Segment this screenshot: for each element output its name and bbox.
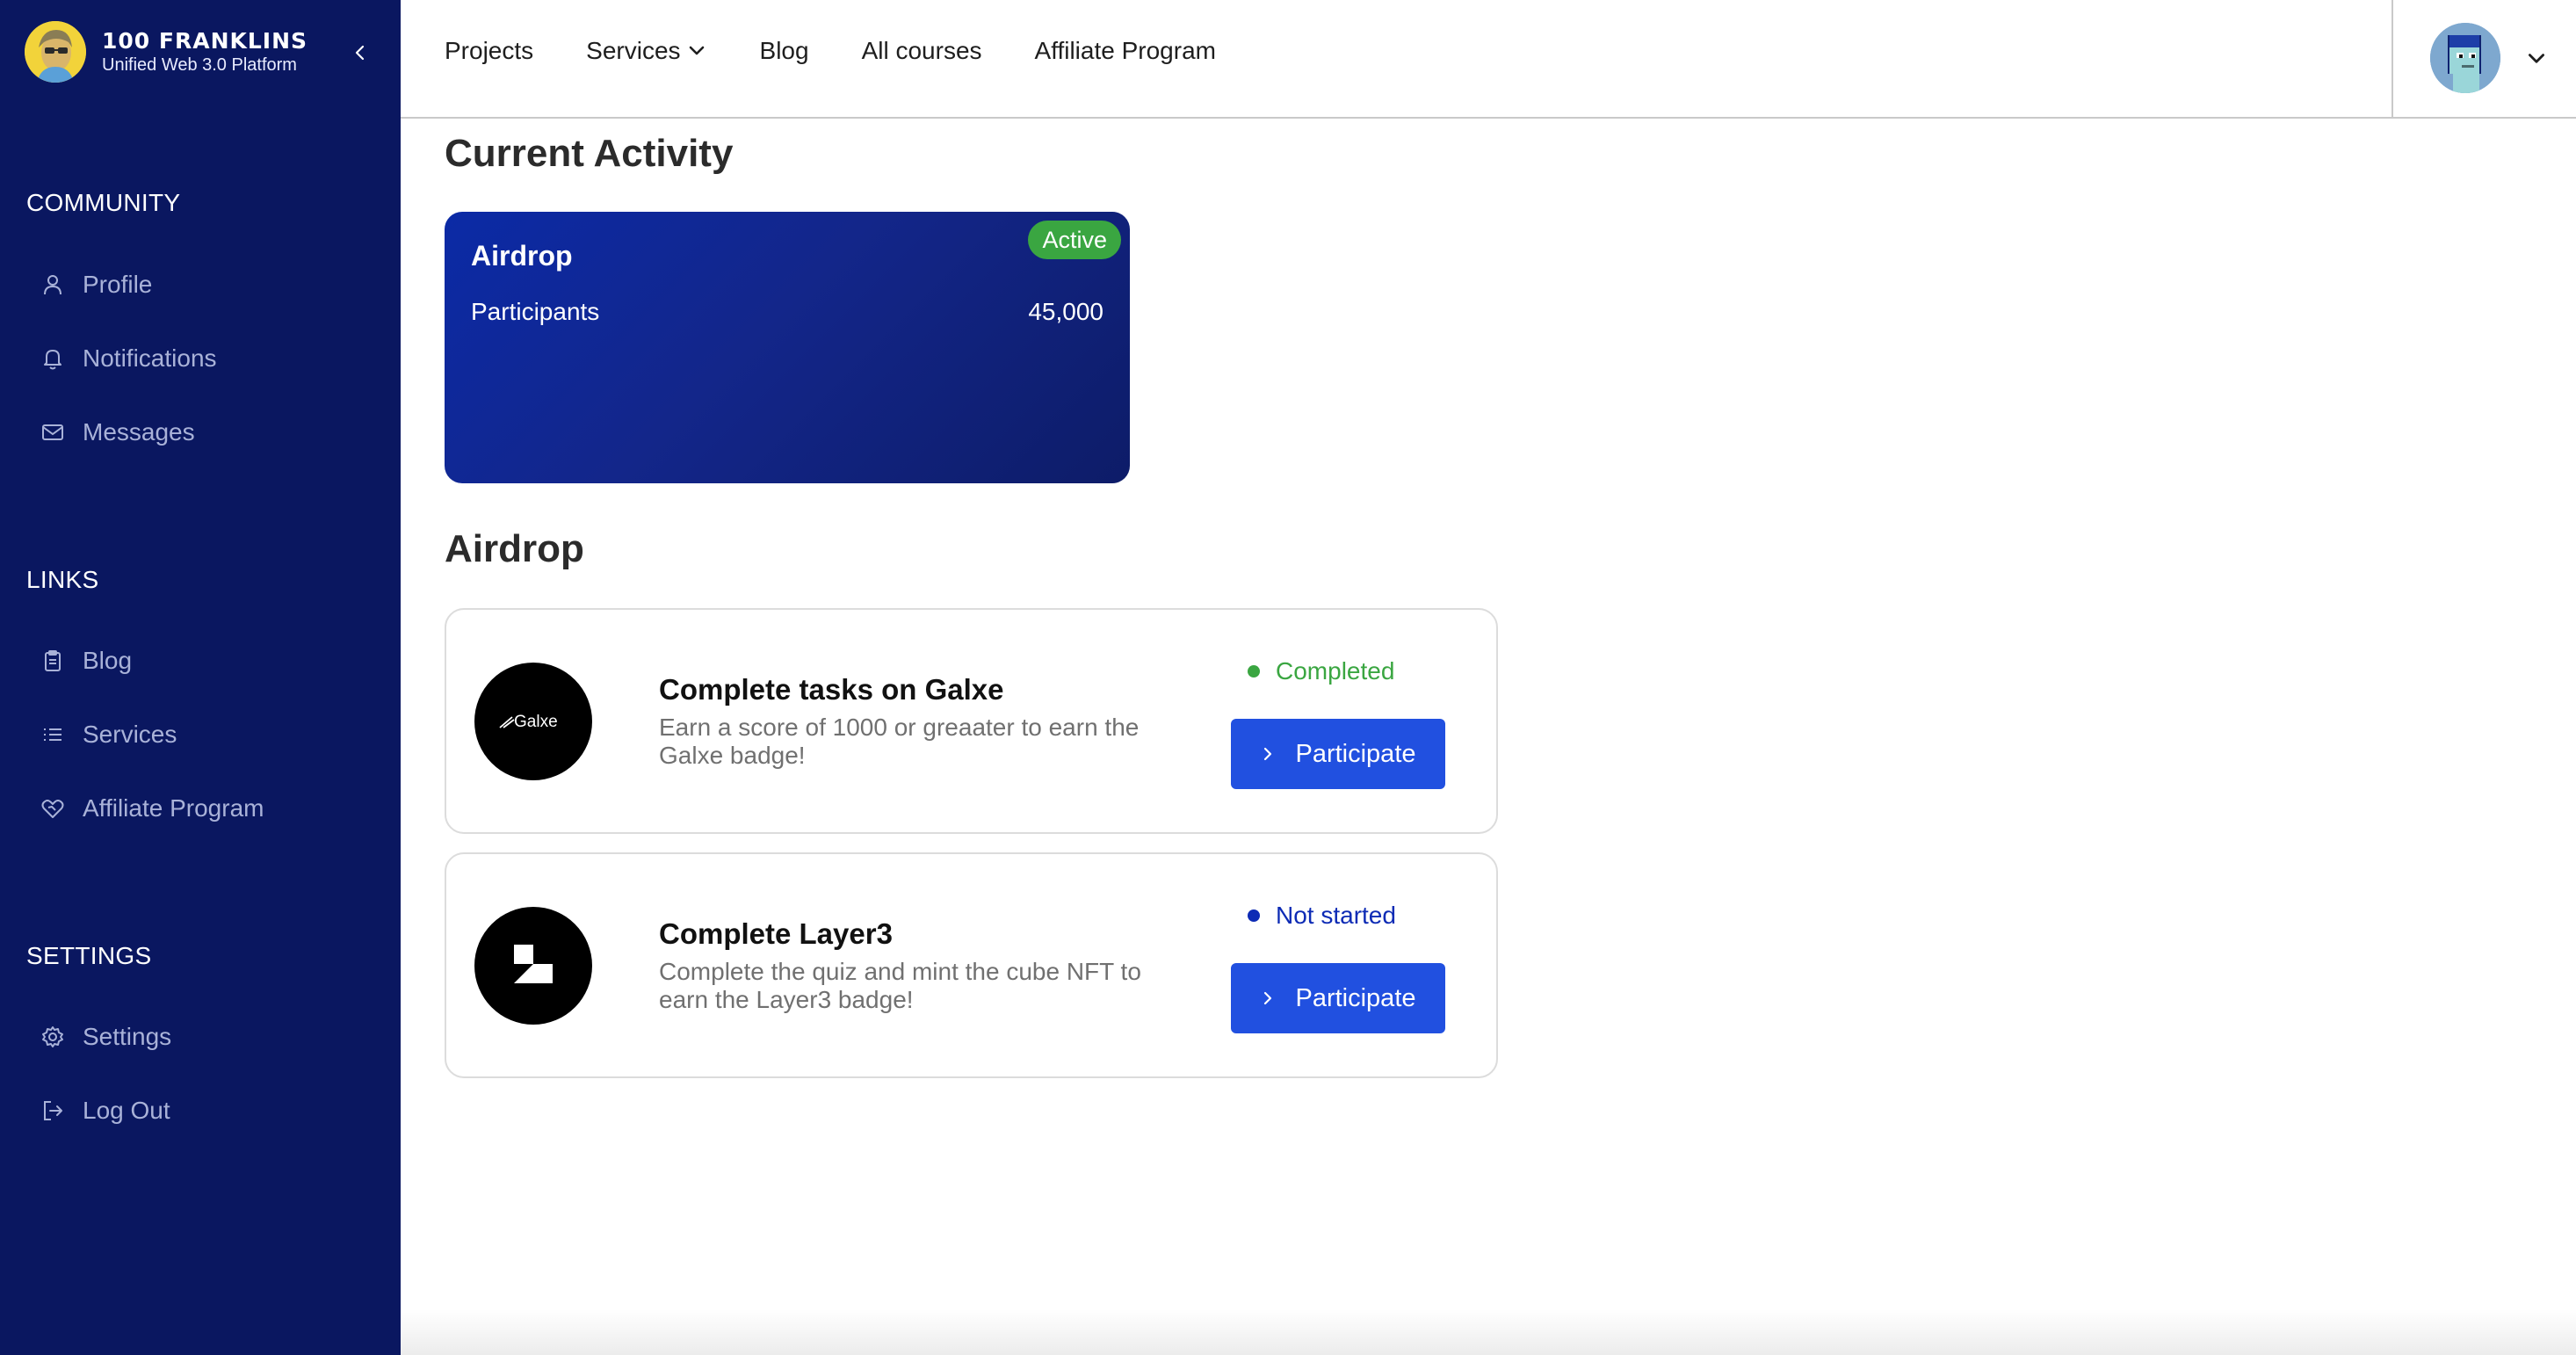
sidebar-item-settings[interactable]: Settings — [39, 1018, 171, 1056]
list-icon — [39, 721, 67, 749]
sidebar-item-notifications[interactable]: Notifications — [39, 339, 217, 378]
sidebar-item-blog[interactable]: Blog — [39, 641, 132, 680]
topnav-projects[interactable]: Projects — [445, 37, 533, 65]
task-description: Earn a score of 1000 or greaater to earn… — [659, 714, 1140, 769]
top-nav: Projects Services Blog All courses Affil… — [445, 37, 1269, 65]
sidebar-item-label: Profile — [83, 271, 153, 298]
layer3-logo-icon — [474, 907, 592, 1025]
brand-subtitle: Unified Web 3.0 Platform — [102, 55, 297, 75]
participate-button-label: Participate — [1295, 739, 1416, 768]
brand-name: 100 FRANKLINS — [102, 28, 308, 54]
sidebar-item-affiliate-program[interactable]: Affiliate Program — [39, 789, 264, 828]
sidebar-item-messages[interactable]: Messages — [39, 413, 195, 452]
sidebar-item-label: Services — [83, 721, 177, 748]
chevron-left-icon[interactable] — [350, 42, 371, 63]
topnav-services-label: Services — [586, 37, 681, 64]
task-status-label: Completed — [1276, 657, 1395, 685]
galxe-logo-icon: Galxe — [474, 663, 592, 780]
heart-handshake-icon — [39, 794, 67, 822]
activity-card-label: Participants — [471, 298, 600, 325]
participate-button[interactable]: Participate — [1231, 963, 1445, 1033]
task-status: Not started — [1248, 902, 1396, 930]
task-title: Complete Layer3 — [659, 917, 893, 950]
sidebar-item-log-out[interactable]: Log Out — [39, 1091, 170, 1130]
chevron-down-icon — [689, 46, 704, 55]
task-card: Complete Layer3 Complete the quiz and mi… — [445, 852, 1498, 1078]
account-menu — [2391, 0, 2576, 117]
sidebar-item-label: Log Out — [83, 1097, 170, 1124]
user-icon — [39, 271, 67, 299]
sidebar-item-label: Affiliate Program — [83, 794, 264, 822]
current-activity-heading: Current Activity — [445, 132, 734, 175]
activity-card[interactable]: Airdrop Active Participants 45,000 — [445, 212, 1130, 483]
logout-icon — [39, 1097, 67, 1125]
avatar[interactable] — [2430, 23, 2500, 93]
sidebar-item-profile[interactable]: Profile — [39, 265, 152, 304]
section-title-settings: SETTINGS — [26, 942, 152, 969]
sidebar-item-label: Notifications — [83, 344, 217, 372]
status-badge: Active — [1028, 221, 1121, 259]
topnav-all-courses[interactable]: All courses — [862, 37, 982, 65]
status-dot — [1248, 665, 1260, 678]
franklin-logo-icon — [25, 21, 86, 83]
chevron-down-icon[interactable] — [2525, 47, 2548, 70]
chevron-right-icon — [1264, 991, 1272, 1005]
status-dot — [1248, 909, 1260, 922]
participate-button[interactable]: Participate — [1231, 719, 1445, 789]
sidebar: 100 FRANKLINS Unified Web 3.0 Platform C… — [0, 0, 401, 1355]
task-title: Complete tasks on Galxe — [659, 673, 1004, 706]
brand[interactable]: 100 FRANKLINS Unified Web 3.0 Platform — [25, 21, 376, 83]
sidebar-item-services[interactable]: Services — [39, 715, 177, 754]
chevron-right-icon — [1264, 747, 1272, 761]
clipboard-icon — [39, 647, 67, 675]
topnav-blog[interactable]: Blog — [760, 37, 809, 65]
sidebar-item-label: Messages — [83, 418, 195, 446]
task-description: Complete the quiz and mint the cube NFT … — [659, 958, 1141, 1013]
sidebar-item-label: Blog — [83, 647, 133, 674]
bottom-shadow — [401, 1309, 2576, 1355]
sidebar-item-label: Settings — [83, 1023, 172, 1050]
galxe-logo-text: Galxe — [514, 713, 558, 731]
bell-icon — [39, 344, 67, 373]
task-status-label: Not started — [1276, 902, 1396, 929]
activity-card-value: 45,000 — [1028, 298, 1103, 325]
gear-icon — [39, 1023, 67, 1051]
airdrop-heading: Airdrop — [445, 527, 584, 570]
topnav-services[interactable]: Services — [586, 37, 706, 65]
section-title-links: LINKS — [26, 566, 99, 593]
activity-card-title: Airdrop — [471, 240, 573, 272]
mail-icon — [39, 418, 67, 446]
participate-button-label: Participate — [1295, 983, 1416, 1012]
top-bar: Projects Services Blog All courses Affil… — [401, 0, 2576, 119]
task-card: Galxe Complete tasks on Galxe Earn a sco… — [445, 608, 1498, 834]
task-status: Completed — [1248, 657, 1394, 685]
topnav-affiliate-program[interactable]: Affiliate Program — [1035, 37, 1216, 65]
section-title-community: COMMUNITY — [26, 189, 181, 216]
